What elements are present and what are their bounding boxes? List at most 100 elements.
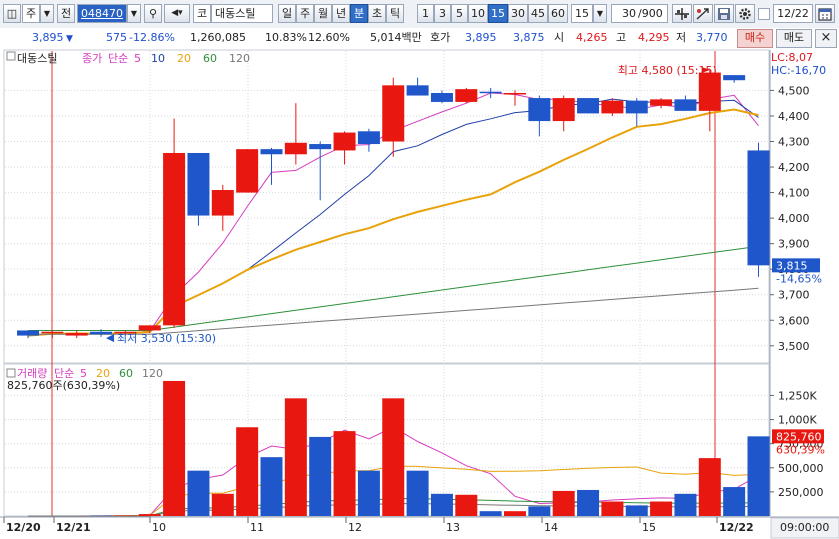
quote-bar: 3,895 ▼ 575 -12.86% 1,260,085 10.83% 12.… [0, 28, 839, 49]
period-tab-3[interactable]: 년 [332, 4, 350, 23]
volume-bar [674, 493, 697, 516]
candle [309, 144, 332, 150]
prev-button[interactable]: 전 [57, 4, 75, 23]
price-chart[interactable]: 4,5004,4004,3004,2004,1004,0003,9003,800… [0, 48, 839, 539]
stock-code-input[interactable]: 048470 [77, 4, 127, 23]
candle [723, 75, 746, 81]
gear-icon[interactable] [735, 4, 755, 23]
date-checkbox[interactable] [758, 8, 770, 20]
low-annotation: 최저 3,530 (15:30) [117, 332, 216, 345]
volume-legend-item: 60 [119, 367, 133, 380]
current-volume-pct: 630,39% [776, 443, 825, 456]
low-label: 저 [676, 31, 687, 44]
layout-icon[interactable]: ◫ [3, 4, 21, 23]
volume-bar [187, 470, 210, 516]
time-axis-label: 11 [250, 521, 264, 534]
interval-tab-60[interactable]: 60 [548, 4, 568, 23]
high-price: 4,295 [638, 31, 670, 44]
lc-readout: LC:8,07 [771, 51, 813, 64]
candle [284, 142, 307, 155]
candle [187, 152, 210, 216]
pct-one: 10.83% [265, 31, 307, 44]
open-price: 4,265 [576, 31, 608, 44]
candle [17, 330, 39, 336]
volume-bar [333, 431, 356, 516]
candle [552, 98, 575, 122]
candle [236, 149, 259, 193]
high-label: 고 [616, 31, 627, 44]
volume-bar [236, 427, 259, 516]
sell-button[interactable]: 매도 [776, 29, 812, 48]
volume-legend-item: 120 [142, 367, 163, 380]
price-legend-item: 종가 [82, 52, 102, 65]
volume-bar [260, 457, 283, 516]
current-price: 3,895 [32, 31, 64, 44]
interval-tab-1[interactable]: 1 [417, 4, 434, 23]
time-axis-label: 10 [152, 521, 166, 534]
time-axis-label: 12/20 [6, 521, 41, 534]
candle [504, 92, 526, 95]
buy-button[interactable]: 매수 [737, 29, 773, 48]
interval-tab-3[interactable]: 3 [434, 4, 451, 23]
price-change: 575 [106, 31, 127, 44]
panel-toggle-icon[interactable] [6, 51, 16, 61]
price-legend-item: 60 [203, 52, 217, 65]
price-legend-item: 단순 [108, 52, 128, 65]
interval-tab-30[interactable]: 30 [508, 4, 528, 23]
market-dropdown-icon[interactable]: ▼ [40, 4, 54, 23]
stock-name: 대동스틸 [211, 4, 273, 23]
market-select[interactable]: 주 [22, 4, 40, 23]
volume-bar [382, 398, 405, 516]
date-input[interactable]: 12/22 [773, 4, 813, 23]
price-legend-item: 10 [151, 52, 165, 65]
period-tab-2[interactable]: 월 [314, 4, 332, 23]
volume-bar [650, 501, 673, 516]
crosshair-icon[interactable] [672, 4, 692, 23]
hoga-label: 호가 [430, 31, 451, 44]
speaker-icon[interactable]: ◀▾ [164, 4, 190, 23]
ask-price: 3,895 [465, 31, 497, 44]
tools-icon[interactable] [693, 4, 713, 23]
volume-toggle-icon[interactable] [6, 368, 16, 378]
low-price: 3,770 [696, 31, 728, 44]
current-volume-tag-text: 825,760 [776, 430, 822, 443]
count-input[interactable]: 30 [611, 4, 639, 23]
interval-tab-45[interactable]: 45 [528, 4, 548, 23]
code-dropdown-icon[interactable]: ▼ [127, 4, 141, 23]
calendar-icon[interactable] [815, 4, 835, 23]
period-tab-1[interactable]: 주 [296, 4, 314, 23]
market-badge: 코 [193, 4, 211, 23]
price-tick-label: 3,500 [778, 340, 810, 353]
period-tab-5[interactable]: 초 [368, 4, 386, 23]
price-tick-label: 4,400 [778, 110, 810, 123]
price-tick-label: 4,500 [778, 84, 810, 97]
time-axis-label: 13 [446, 521, 460, 534]
volume-bar [625, 505, 648, 516]
interval-dropdown-icon[interactable]: ▼ [593, 4, 607, 23]
search-icon[interactable]: ⚲ [144, 4, 162, 23]
interval-tab-5[interactable]: 5 [451, 4, 468, 23]
candle [138, 325, 161, 331]
volume-bar [138, 514, 161, 516]
volume-tick-label: 250,000 [778, 486, 824, 499]
volume-bar [357, 470, 380, 516]
candle [528, 98, 551, 122]
current-price-tag-text: 3,815 [776, 259, 808, 272]
volume-bar [455, 494, 478, 516]
volume-bar [479, 511, 502, 516]
volume-tick-label: 1,250K [778, 389, 817, 402]
close-icon[interactable]: × [815, 29, 837, 48]
period-tab-4[interactable]: 분 [350, 4, 368, 23]
interval-tab-10[interactable]: 10 [468, 4, 488, 23]
period-tab-0[interactable]: 일 [278, 4, 296, 23]
interval-select[interactable]: 15 [571, 4, 593, 23]
period-tab-6[interactable]: 틱 [386, 4, 404, 23]
volume-bar [601, 501, 624, 516]
interval-tab-15[interactable]: 15 [488, 4, 508, 23]
candle [90, 331, 113, 335]
candle [382, 85, 405, 142]
save-icon[interactable] [714, 4, 734, 23]
volume-bar [698, 458, 721, 516]
time-axis-label: 12 [348, 521, 362, 534]
time-axis-label: 12/21 [56, 521, 91, 534]
